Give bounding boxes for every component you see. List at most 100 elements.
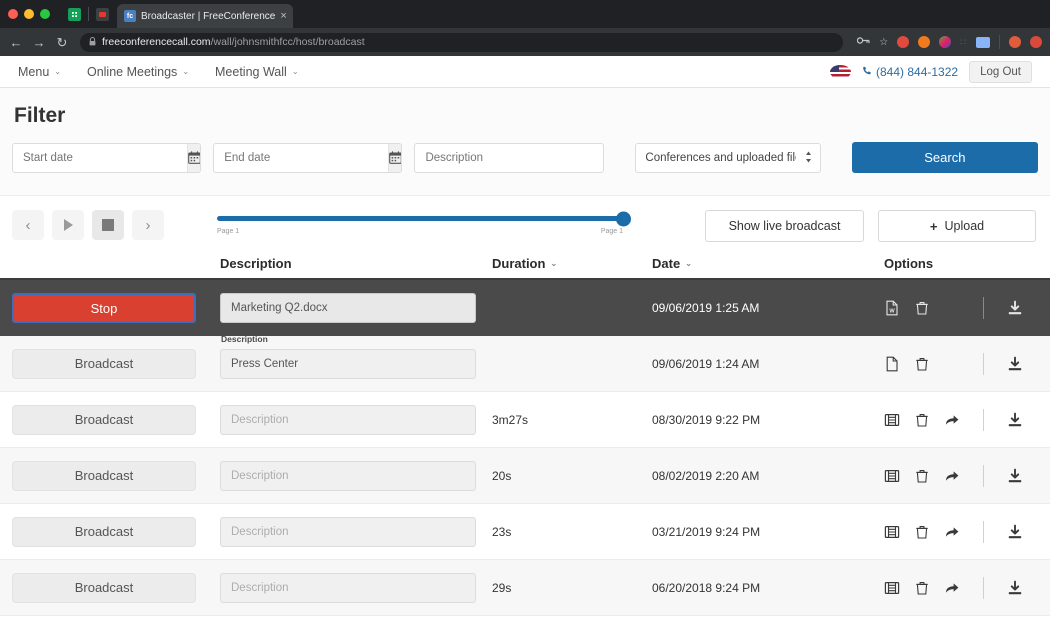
address-bar[interactable]: freeconferencecall.com/wall/johnsmithfcc… (80, 33, 843, 52)
row-date-cell: 06/20/2018 9:24 PM (652, 579, 884, 597)
start-broadcast-button[interactable]: Broadcast (12, 517, 196, 547)
table-row[interactable]: BroadcastDescription09/06/2019 1:24 AM (0, 336, 1050, 392)
stop-button[interactable] (92, 210, 124, 240)
film-icon[interactable] (884, 580, 900, 596)
word-file-icon[interactable]: W (884, 300, 900, 316)
search-button[interactable]: Search (852, 142, 1038, 173)
filter-section: Filter Conferences and uploaded files Se… (0, 88, 1050, 196)
password-key-icon[interactable] (857, 36, 870, 48)
filter-description-input[interactable] (414, 143, 604, 173)
support-phone[interactable]: (844) 844-1322 (862, 65, 958, 79)
chevron-left-icon: ‹ (26, 218, 31, 233)
table-row[interactable]: Broadcast3m27s08/30/2019 9:22 PM (0, 392, 1050, 448)
row-description-input[interactable] (220, 405, 476, 435)
profile-avatar-icon[interactable] (1009, 36, 1021, 48)
share-icon[interactable] (944, 580, 960, 596)
nav-item-menu[interactable]: Menu ⌄ (18, 65, 61, 79)
trash-icon[interactable] (914, 524, 930, 540)
trash-icon[interactable] (914, 580, 930, 596)
film-icon[interactable] (884, 468, 900, 484)
film-icon[interactable] (884, 524, 900, 540)
trash-icon[interactable] (914, 412, 930, 428)
us-flag-icon[interactable] (830, 65, 851, 79)
row-options-cell (884, 577, 1038, 599)
browser-tab[interactable]: fc Broadcaster | FreeConference × (117, 4, 293, 28)
reload-icon[interactable]: ↻ (54, 36, 70, 49)
row-description-input[interactable] (220, 517, 476, 547)
row-date-cell: 08/30/2019 9:22 PM (652, 411, 884, 429)
close-window-button[interactable] (8, 9, 18, 19)
row-date: 03/21/2019 9:24 PM (652, 525, 760, 539)
extension-icon-2[interactable] (918, 36, 930, 48)
extension-icon-3[interactable] (939, 36, 951, 48)
download-icon[interactable] (1007, 468, 1023, 484)
column-header-duration[interactable]: Duration ⌄ (492, 256, 652, 271)
trash-icon[interactable] (914, 356, 930, 372)
file-icon[interactable] (884, 356, 900, 372)
slider-handle[interactable] (616, 211, 631, 226)
share-icon[interactable] (944, 468, 960, 484)
start-broadcast-button[interactable]: Broadcast (12, 349, 196, 379)
upload-button[interactable]: + Upload (878, 210, 1036, 242)
share-icon[interactable] (944, 412, 960, 428)
filter-type-select[interactable]: Conferences and uploaded files (635, 143, 820, 173)
table-header-row: Description Duration ⌄ Date ⌄ Options (0, 256, 1050, 280)
download-icon[interactable] (1007, 356, 1023, 372)
start-date-input[interactable] (13, 144, 187, 172)
play-button[interactable] (52, 210, 84, 240)
maximize-window-button[interactable] (40, 9, 50, 19)
row-description-input[interactable] (220, 349, 476, 379)
extension-icon-4[interactable]: ∷ (960, 37, 967, 48)
extension-icon-5[interactable] (976, 37, 990, 48)
row-description-input[interactable] (220, 293, 476, 323)
end-date-input[interactable] (214, 144, 388, 172)
table-row[interactable]: Broadcast20s08/02/2019 2:20 AM (0, 448, 1050, 504)
sheets-pinned-tab-icon[interactable] (68, 8, 81, 21)
end-date-calendar-icon[interactable] (388, 144, 402, 172)
extension-icon-1[interactable] (897, 36, 909, 48)
column-header-description: Description (220, 256, 492, 271)
start-broadcast-button[interactable]: Broadcast (12, 405, 196, 435)
row-description-input[interactable] (220, 573, 476, 603)
table-body: Stop09/06/2019 1:25 AMWBroadcastDescript… (0, 280, 1050, 616)
bookmark-star-icon[interactable]: ☆ (879, 37, 888, 48)
nav-item-meeting-wall[interactable]: Meeting Wall ⌄ (215, 65, 299, 79)
start-broadcast-button[interactable]: Broadcast (12, 573, 196, 603)
back-icon[interactable]: ← (8, 36, 24, 49)
nav-item-online-meetings[interactable]: Online Meetings ⌄ (87, 65, 189, 79)
slider-labels: Page 1 Page 1 (217, 228, 623, 235)
minimize-window-button[interactable] (24, 9, 34, 19)
url-bar: ← → ↻ freeconferencecall.com/wall/johnsm… (0, 28, 1050, 56)
chrome-menu-icon[interactable] (1030, 36, 1042, 48)
stop-icon (102, 219, 114, 231)
download-icon[interactable] (1007, 580, 1023, 596)
next-button[interactable]: › (132, 210, 164, 240)
film-icon[interactable] (884, 412, 900, 428)
download-icon[interactable] (1007, 412, 1023, 428)
row-description-input[interactable] (220, 461, 476, 491)
table-row[interactable]: Broadcast29s06/20/2018 9:24 PM (0, 560, 1050, 616)
slider-track[interactable] (217, 216, 623, 221)
forward-icon[interactable]: → (31, 36, 47, 49)
logout-button[interactable]: Log Out (969, 61, 1032, 83)
row-options-cell (884, 409, 1038, 431)
column-header-date[interactable]: Date ⌄ (652, 256, 884, 271)
upload-button-label: Upload (944, 219, 984, 233)
page-slider[interactable]: Page 1 Page 1 (217, 210, 623, 235)
table-row[interactable]: Broadcast23s03/21/2019 9:24 PM (0, 504, 1050, 560)
table-row[interactable]: Stop09/06/2019 1:25 AMW (0, 280, 1050, 336)
start-date-calendar-icon[interactable] (187, 144, 201, 172)
share-icon[interactable] (944, 524, 960, 540)
trash-icon[interactable] (914, 468, 930, 484)
close-tab-icon[interactable]: × (280, 11, 286, 22)
start-broadcast-button[interactable]: Broadcast (12, 461, 196, 491)
youtube-pinned-tab-icon[interactable] (96, 8, 109, 21)
previous-button[interactable]: ‹ (12, 210, 44, 240)
chevron-down-icon: ⌄ (550, 259, 557, 268)
action-buttons: Show live broadcast + Upload (705, 210, 1038, 242)
show-live-broadcast-button[interactable]: Show live broadcast (705, 210, 864, 242)
download-icon[interactable] (1007, 524, 1023, 540)
stop-broadcast-button[interactable]: Stop (12, 293, 196, 323)
trash-icon[interactable] (914, 300, 930, 316)
download-icon[interactable] (1007, 300, 1023, 316)
